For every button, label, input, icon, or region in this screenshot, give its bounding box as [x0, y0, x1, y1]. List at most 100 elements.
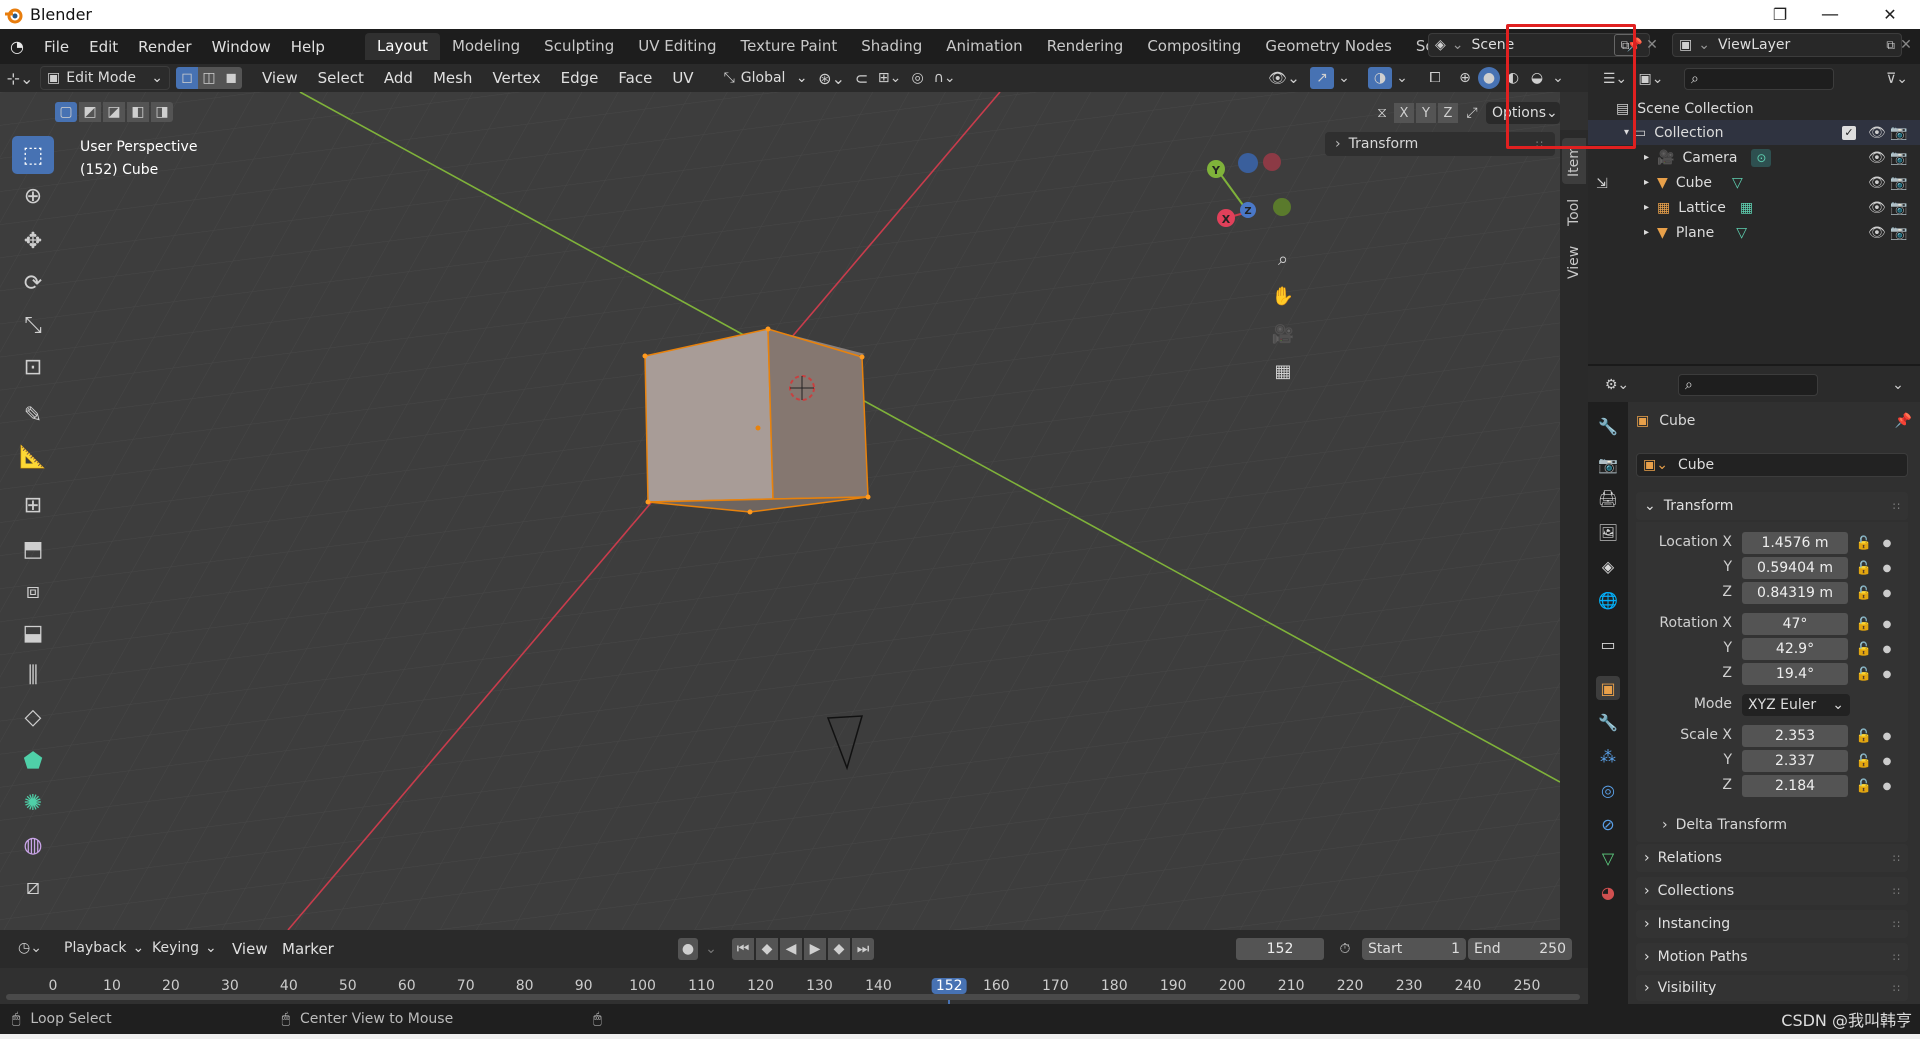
- world-tab-icon[interactable]: 🌐: [1596, 588, 1620, 612]
- bevel-tool-icon[interactable]: ⬓: [12, 614, 54, 652]
- mesh-data-icon[interactable]: ▽: [1736, 225, 1747, 241]
- menu-help[interactable]: Help: [281, 38, 335, 56]
- new-viewlayer-icon[interactable]: ⧉: [1886, 38, 1895, 53]
- keyframe-dot-icon[interactable]: ●: [1880, 750, 1894, 772]
- camera-data-icon[interactable]: ⊙: [1751, 148, 1772, 167]
- prev-keyframe-icon[interactable]: ◆: [756, 938, 778, 960]
- drag-handle-icon[interactable]: ∷: [1893, 918, 1900, 931]
- lock-icon[interactable]: 🔓: [1854, 532, 1874, 554]
- scene-tab-icon[interactable]: ◈: [1596, 554, 1620, 578]
- eye-icon[interactable]: 👁: [1868, 225, 1886, 241]
- scale-x-field[interactable]: 2.353: [1742, 725, 1848, 747]
- editor-type-icon[interactable]: ⊹⌄: [0, 69, 40, 88]
- knife-tool-icon[interactable]: ◇: [12, 698, 54, 736]
- vp-menu-edge[interactable]: Edge: [551, 69, 609, 87]
- scale-y-field[interactable]: 2.337: [1742, 750, 1848, 772]
- lock-icon[interactable]: 🔓: [1854, 663, 1874, 685]
- keyframe-dot-icon[interactable]: ●: [1880, 775, 1894, 797]
- keying-menu[interactable]: Keying ⌄: [146, 937, 222, 959]
- tool-tab-icon[interactable]: 🔧: [1596, 414, 1620, 438]
- outliner-item-lattice[interactable]: ▸ ▦ Lattice ▦ 👁 📷: [1588, 195, 1920, 220]
- mirror-y-toggle[interactable]: Y: [1416, 103, 1436, 123]
- collection-tab-icon[interactable]: ▭: [1596, 632, 1620, 656]
- keyframe-dot-icon[interactable]: ●: [1880, 532, 1894, 554]
- camera-view-icon[interactable]: 🎥: [1270, 321, 1296, 347]
- spin-tool-icon[interactable]: ✺: [12, 784, 54, 822]
- keyframe-dot-icon[interactable]: ●: [1880, 638, 1894, 660]
- solid-shading-icon[interactable]: ●: [1478, 67, 1500, 89]
- maximize-button[interactable]: ❐: [1750, 2, 1810, 27]
- select-invert-icon[interactable]: ◧: [127, 102, 149, 122]
- outliner-side-icon[interactable]: ⇲: [1590, 172, 1614, 196]
- lock-icon[interactable]: 🔓: [1854, 613, 1874, 635]
- loop-cut-tool-icon[interactable]: ⫼: [12, 656, 54, 694]
- close-button[interactable]: ✕: [1860, 2, 1920, 27]
- vertex-select-icon[interactable]: ◻: [176, 67, 198, 89]
- outliner-scene-collection[interactable]: ▤ Scene Collection: [1588, 96, 1920, 121]
- tab-rendering[interactable]: Rendering: [1035, 33, 1136, 60]
- keyframe-dot-icon[interactable]: ●: [1880, 663, 1894, 685]
- next-keyframe-icon[interactable]: ◆: [828, 938, 850, 960]
- collections-panel-header[interactable]: › Collections ∷: [1636, 877, 1908, 905]
- mesh-data-icon[interactable]: ▽: [1732, 175, 1743, 191]
- pan-hand-icon[interactable]: ✋: [1270, 283, 1296, 309]
- view-layer-tab-icon[interactable]: 🖼: [1596, 520, 1620, 544]
- orientation-selector[interactable]: ⤡ Global ⌄: [717, 66, 814, 90]
- smooth-tool-icon[interactable]: ◍: [12, 826, 54, 864]
- select-extend-icon[interactable]: ◩: [79, 102, 101, 122]
- keyframe-dot-icon[interactable]: ●: [1880, 613, 1894, 635]
- play-reverse-icon[interactable]: ◀: [780, 938, 802, 960]
- keyframe-dot-icon[interactable]: ●: [1880, 582, 1894, 604]
- drag-handle-icon[interactable]: ∷: [1893, 982, 1900, 995]
- lock-icon[interactable]: 🔓: [1854, 582, 1874, 604]
- record-icon[interactable]: ●: [678, 938, 698, 960]
- rotation-y-field[interactable]: 42.9°: [1742, 638, 1848, 660]
- vp-menu-add[interactable]: Add: [374, 69, 423, 87]
- tab-shading[interactable]: Shading: [849, 33, 934, 60]
- stopwatch-icon[interactable]: ⏱: [1334, 938, 1356, 960]
- instancing-panel-header[interactable]: › Instancing ∷: [1636, 910, 1908, 938]
- location-z-field[interactable]: 0.84319 m: [1742, 582, 1848, 604]
- eye-icon[interactable]: 👁: [1868, 125, 1886, 141]
- keyframe-dot-icon[interactable]: ●: [1880, 557, 1894, 579]
- vp-menu-uv[interactable]: UV: [662, 69, 703, 87]
- snap-toggle-icon[interactable]: ⊂: [850, 69, 874, 88]
- start-frame-field[interactable]: Start 1: [1362, 938, 1466, 960]
- wireframe-shading-icon[interactable]: ⊕: [1454, 67, 1476, 89]
- tab-sculpting[interactable]: Sculpting: [532, 33, 626, 60]
- lock-icon[interactable]: 🔓: [1854, 557, 1874, 579]
- play-icon[interactable]: ▶: [804, 938, 826, 960]
- render-icon[interactable]: 📷: [1890, 225, 1907, 241]
- outliner-filter-icon[interactable]: ⊽⌄: [1882, 68, 1912, 90]
- poly-build-tool-icon[interactable]: ⬟: [12, 742, 54, 780]
- cursor-tool-icon[interactable]: ⊕: [12, 177, 54, 215]
- visibility-icon[interactable]: 👁⌄: [1266, 68, 1302, 88]
- rotation-mode-select[interactable]: XYZ Euler ⌄: [1742, 694, 1850, 716]
- timeline-scrollbar[interactable]: [6, 994, 1580, 1000]
- outliner-item-plane[interactable]: ▸ ▼ Plane ▽ 👁 📷: [1588, 220, 1920, 245]
- scale-tool-icon[interactable]: ⤡: [12, 306, 54, 344]
- menu-file[interactable]: File: [34, 38, 79, 56]
- motion-paths-panel-header[interactable]: › Motion Paths ∷: [1636, 943, 1908, 971]
- location-x-field[interactable]: 1.4576 m: [1742, 532, 1848, 554]
- blender-menu-icon[interactable]: ◔: [0, 33, 34, 61]
- playback-menu[interactable]: Playback ⌄: [58, 937, 142, 959]
- keyframe-dot-icon[interactable]: ●: [1880, 725, 1894, 747]
- menu-render[interactable]: Render: [128, 38, 201, 56]
- overlay-menu-icon[interactable]: ⌄: [1394, 68, 1410, 88]
- outliner-collection[interactable]: ▾ ▭ Collection ✓ 👁 📷: [1588, 120, 1920, 145]
- inset-tool-icon[interactable]: ⧈: [12, 572, 54, 610]
- render-icon[interactable]: 📷: [1890, 125, 1907, 141]
- 3d-viewport[interactable]: Y X Z User Perspective (152) Cube ▢ ◩ ◪ …: [0, 92, 1560, 930]
- location-y-field[interactable]: 0.59404 m: [1742, 557, 1848, 579]
- xray-icon[interactable]: ⧠: [1424, 67, 1446, 89]
- select-box-tool-icon[interactable]: ⬚: [12, 136, 54, 174]
- delta-transform-header[interactable]: › Delta Transform: [1656, 814, 1896, 836]
- vp-menu-vertex[interactable]: Vertex: [482, 69, 550, 87]
- tab-uv-editing[interactable]: UV Editing: [626, 33, 728, 60]
- marker-menu[interactable]: Marker: [272, 940, 344, 958]
- transform-tool-icon[interactable]: ⊡: [12, 348, 54, 386]
- rotation-z-field[interactable]: 19.4°: [1742, 663, 1848, 685]
- constraints-tab-icon[interactable]: ⊘: [1596, 812, 1620, 836]
- edge-select-icon[interactable]: ◫: [198, 67, 220, 89]
